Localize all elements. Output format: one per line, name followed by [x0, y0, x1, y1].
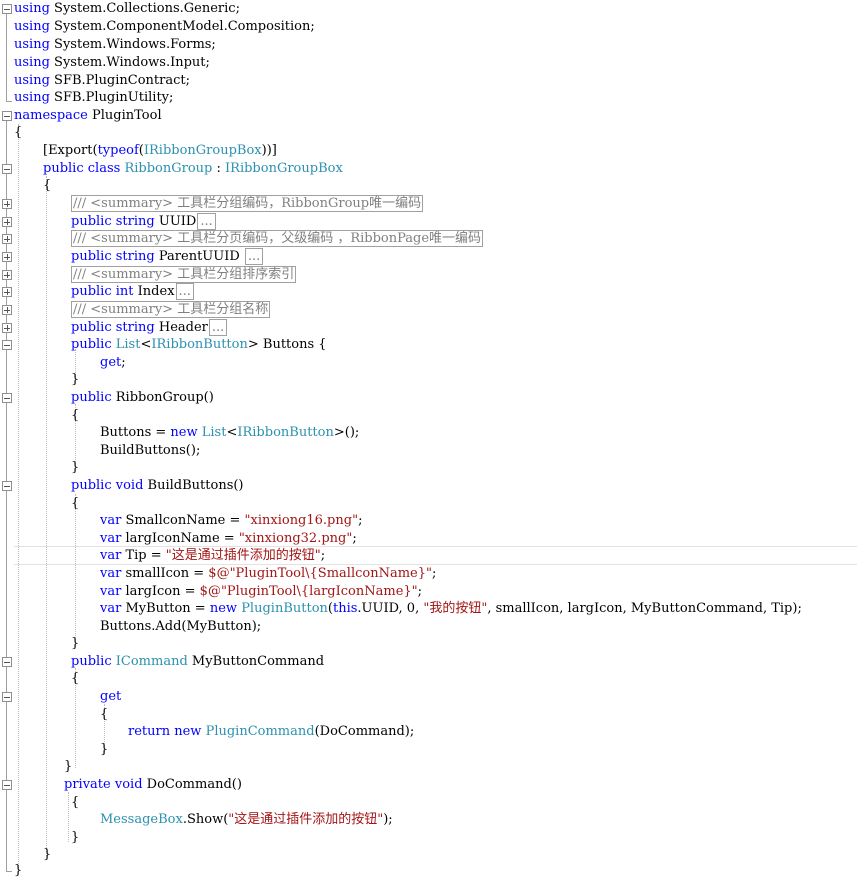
expand-icon[interactable]: [2, 199, 12, 209]
code-line[interactable]: namespace PluginTool: [0, 107, 857, 125]
code-line[interactable]: using SFB.PluginUtility;: [0, 89, 857, 107]
collapse-icon[interactable]: [2, 780, 12, 790]
collapsed-ellipsis[interactable]: ...: [244, 248, 264, 265]
code-line[interactable]: public List<IRibbonButton> Buttons {: [0, 336, 857, 354]
code-line[interactable]: using System.Collections.Generic;: [0, 0, 857, 18]
expand-icon[interactable]: [2, 323, 12, 333]
collapsed-ellipsis[interactable]: ...: [175, 283, 194, 300]
code-line[interactable]: public string UUID...: [0, 213, 857, 231]
code-line[interactable]: public int Index...: [0, 283, 857, 301]
collapse-icon[interactable]: [2, 393, 12, 403]
code-line[interactable]: using System.ComponentModel.Composition;: [0, 18, 857, 36]
code-line[interactable]: {: [0, 706, 857, 724]
collapsed-comment[interactable]: /// <summary> 工具栏分组编码，RibbonGroup唯一编码: [71, 195, 424, 212]
code-line[interactable]: {: [0, 124, 857, 142]
collapse-icon[interactable]: [2, 111, 12, 121]
code-line[interactable]: MessageBox.Show("这是通过插件添加的按钮");: [0, 811, 857, 829]
code-line[interactable]: using SFB.PluginContract;: [0, 72, 857, 90]
code-line[interactable]: }: [0, 862, 857, 880]
collapse-icon[interactable]: [2, 164, 12, 174]
code-line[interactable]: {: [0, 495, 857, 513]
expand-icon[interactable]: [2, 270, 12, 280]
code-line[interactable]: public class RibbonGroup : IRibbonGroupB…: [0, 160, 857, 178]
code-line[interactable]: get;: [0, 354, 857, 372]
code-line[interactable]: }: [0, 459, 857, 477]
code-line[interactable]: var smallIcon = $@"PluginTool\{SmallconN…: [0, 565, 857, 583]
code-line[interactable]: return new PluginCommand(DoCommand);: [0, 723, 857, 741]
collapse-icon[interactable]: [2, 340, 12, 350]
collapse-icon[interactable]: [2, 657, 12, 667]
code-line[interactable]: public void BuildButtons(): [0, 477, 857, 495]
expand-icon[interactable]: [2, 252, 12, 262]
expand-icon[interactable]: [2, 287, 12, 297]
code-line[interactable]: var largIcon = $@"PluginTool\{largIconNa…: [0, 583, 857, 601]
code-line[interactable]: }: [0, 758, 857, 776]
code-line[interactable]: Buttons.Add(MyButton);: [0, 618, 857, 636]
code-line[interactable]: Buttons = new List<IRibbonButton>();: [0, 424, 857, 442]
code-line[interactable]: public ICommand MyButtonCommand: [0, 653, 857, 671]
collapsed-ellipsis[interactable]: ...: [208, 319, 228, 336]
code-line[interactable]: var Tip = "这是通过插件添加的按钮";: [0, 547, 857, 565]
code-line[interactable]: using System.Windows.Forms;: [0, 36, 857, 54]
collapse-icon[interactable]: [2, 481, 12, 491]
code-line[interactable]: {: [0, 794, 857, 812]
code-line[interactable]: }: [0, 741, 857, 759]
collapsed-comment[interactable]: /// <summary> 工具栏分组排序索引: [71, 266, 297, 283]
code-line[interactable]: BuildButtons();: [0, 442, 857, 460]
code-line[interactable]: var largIconName = "xinxiong32.png";: [0, 530, 857, 548]
code-line[interactable]: {: [0, 177, 857, 195]
code-line[interactable]: }: [0, 635, 857, 653]
code-line[interactable]: public RibbonGroup(): [0, 389, 857, 407]
code-line[interactable]: var SmallconName = "xinxiong16.png";: [0, 512, 857, 530]
expand-icon[interactable]: [2, 305, 12, 315]
code-line[interactable]: using System.Windows.Input;: [0, 54, 857, 72]
code-line[interactable]: {: [0, 670, 857, 688]
collapsed-comment[interactable]: /// <summary> 工具栏分页编码，父级编码 ，RibbonPage唯一…: [71, 230, 484, 247]
code-line[interactable]: get: [0, 688, 857, 706]
code-line[interactable]: /// <summary> 工具栏分组排序索引: [0, 266, 857, 284]
code-line[interactable]: [Export(typeof(IRibbonGroupBox))]: [0, 142, 857, 160]
code-line[interactable]: /// <summary> 工具栏分页编码，父级编码 ，RibbonPage唯一…: [0, 230, 857, 248]
collapse-icon[interactable]: [2, 692, 12, 702]
code-editor[interactable]: using System.Collections.Generic; using …: [0, 0, 857, 879]
code-line[interactable]: }: [0, 371, 857, 389]
code-line[interactable]: }: [0, 829, 857, 847]
code-line[interactable]: var MyButton = new PluginButton(this.UUI…: [0, 600, 857, 618]
code-line[interactable]: {: [0, 407, 857, 425]
code-line[interactable]: private void DoCommand(): [0, 776, 857, 794]
code-line[interactable]: /// <summary> 工具栏分组编码，RibbonGroup唯一编码: [0, 195, 857, 213]
code-line[interactable]: /// <summary> 工具栏分组名称: [0, 301, 857, 319]
code-line[interactable]: public string ParentUUID ...: [0, 248, 857, 266]
expand-icon[interactable]: [2, 217, 12, 227]
expand-icon[interactable]: [2, 234, 12, 244]
collapsed-ellipsis[interactable]: ...: [197, 213, 216, 230]
code-line[interactable]: public string Header...: [0, 319, 857, 337]
collapse-icon[interactable]: [2, 4, 12, 14]
collapsed-comment[interactable]: /// <summary> 工具栏分组名称: [71, 301, 271, 318]
